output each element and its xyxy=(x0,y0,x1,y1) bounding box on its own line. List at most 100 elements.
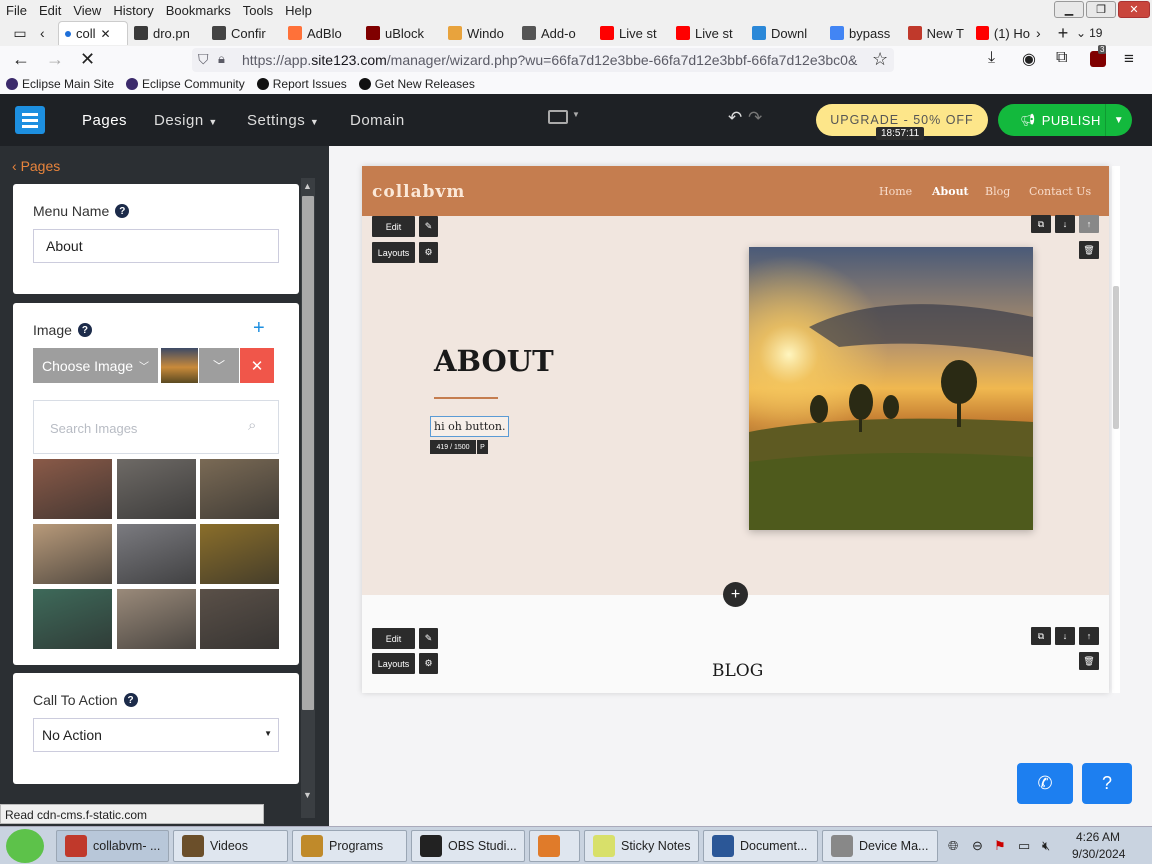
image-thumbnail[interactable] xyxy=(116,589,196,649)
image-thumbnail[interactable] xyxy=(116,459,196,519)
stop-loading-icon[interactable]: ✕ xyxy=(80,49,95,70)
monitor-tray-icon[interactable]: ▭ xyxy=(1018,838,1030,854)
clock-date[interactable]: 9/30/2024 xyxy=(1072,847,1125,861)
taskbar-item[interactable]: Document... xyxy=(703,830,818,862)
undo-icon[interactable]: ↶ xyxy=(728,108,742,128)
gear-icon[interactable]: ⚙ xyxy=(419,653,438,674)
taskbar-item[interactable]: Sticky Notes xyxy=(584,830,699,862)
panel-scroll-thumb[interactable] xyxy=(302,196,314,710)
image-thumbnail[interactable] xyxy=(33,524,112,584)
new-tab-button[interactable]: + xyxy=(1050,23,1076,44)
close-window-button[interactable]: ✕ xyxy=(1118,1,1150,18)
downloads-icon[interactable]: ⤓ xyxy=(988,49,995,67)
selected-image-thumbnail[interactable] xyxy=(161,348,198,383)
move-up-icon[interactable]: ↑ xyxy=(1079,215,1099,233)
network-tray-icon[interactable]: 🌐︎ xyxy=(948,838,958,854)
delete-section-icon[interactable]: 🗑︎ xyxy=(1079,652,1099,670)
account-icon[interactable]: ◉ xyxy=(1022,49,1036,69)
scroll-up-icon[interactable]: ▲ xyxy=(303,181,312,191)
tab-count-button[interactable]: ⌄ 19 xyxy=(1076,26,1118,40)
tab-item[interactable]: Add-o xyxy=(516,21,594,45)
minimize-button[interactable]: ▁ xyxy=(1054,1,1084,18)
caret-down-icon[interactable]: ▼ xyxy=(572,110,580,119)
bookmark-star-icon[interactable]: ☆ xyxy=(872,49,888,70)
nav-settings[interactable]: Settings ▼ xyxy=(247,112,319,129)
tab-item[interactable]: Live st xyxy=(594,21,670,45)
image-thumbnail[interactable] xyxy=(200,589,279,649)
image-options-chevron-icon[interactable]: ﹀ xyxy=(199,348,239,383)
back-to-pages-link[interactable]: ‹ Pages xyxy=(12,158,60,174)
tray-minus-icon[interactable]: ⊖ xyxy=(972,838,983,854)
move-down-icon[interactable]: ↓ xyxy=(1055,627,1075,645)
taskbar-item[interactable]: OBS Studi... xyxy=(411,830,525,862)
tab-item[interactable]: (1) Ho xyxy=(970,21,1036,45)
about-layouts-button[interactable]: Layouts xyxy=(372,242,415,263)
remove-image-button[interactable]: ✕ xyxy=(240,348,274,383)
tab-item[interactable]: Live st xyxy=(670,21,746,45)
tab-scroll-left-icon[interactable]: ‹ xyxy=(40,25,58,41)
search-images-input[interactable]: Search Images xyxy=(50,421,137,436)
help-icon[interactable]: ? xyxy=(115,204,130,218)
nav-pages[interactable]: Pages xyxy=(82,112,127,129)
bookmark-eclipse-community[interactable]: Eclipse Community xyxy=(126,77,245,91)
pencil-icon[interactable]: ✎ xyxy=(419,628,438,649)
tab-item[interactable]: Downl xyxy=(746,21,824,45)
site-nav-about[interactable]: About xyxy=(932,185,969,198)
site123-logo-icon[interactable] xyxy=(15,106,45,134)
search-icon[interactable]: ⌕ xyxy=(248,417,256,434)
menu-help[interactable]: Help xyxy=(279,3,318,18)
copy-section-icon[interactable]: ⧉ xyxy=(1031,627,1051,645)
tab-item[interactable]: Confir xyxy=(206,21,282,45)
image-thumbnail[interactable] xyxy=(33,459,112,519)
preview-scroll-thumb[interactable] xyxy=(1113,286,1119,429)
taskbar-item[interactable] xyxy=(529,830,580,862)
tab-item[interactable]: AdBlo xyxy=(282,21,360,45)
tab-item[interactable]: uBlock xyxy=(360,21,442,45)
move-down-icon[interactable]: ↓ xyxy=(1055,215,1075,233)
tab-list-icon[interactable]: ▭ xyxy=(0,25,40,42)
about-text-editable[interactable]: hi oh button. xyxy=(430,416,510,437)
volume-mute-tray-icon[interactable]: 🔇︎ xyxy=(1042,838,1050,854)
site-nav-contact[interactable]: Contact Us xyxy=(1029,185,1091,198)
extensions-icon[interactable]: ⧉ xyxy=(1056,49,1067,67)
help-button[interactable]: ? xyxy=(1082,763,1132,804)
blog-layouts-button[interactable]: Layouts xyxy=(372,653,415,674)
menu-tools[interactable]: Tools xyxy=(237,3,279,18)
pencil-icon[interactable]: ✎ xyxy=(419,216,438,237)
cta-select[interactable]: No Action ▼ xyxy=(33,718,279,752)
help-icon[interactable]: ? xyxy=(77,323,92,337)
clock-time[interactable]: 4:26 AM xyxy=(1076,830,1120,844)
nav-domain[interactable]: Domain xyxy=(350,112,405,129)
bookmark-get-new-releases[interactable]: Get New Releases xyxy=(358,77,475,91)
menu-edit[interactable]: Edit xyxy=(33,3,67,18)
about-heading[interactable]: ABOUT xyxy=(434,344,554,378)
blog-heading[interactable]: BLOG xyxy=(712,661,763,681)
text-options-icon[interactable]: P xyxy=(477,440,488,454)
image-thumbnail[interactable] xyxy=(200,459,279,519)
taskbar-item[interactable]: Device Ma... xyxy=(822,830,938,862)
lock-icon[interactable]: 🔒︎ xyxy=(218,51,225,67)
delete-section-icon[interactable]: 🗑︎ xyxy=(1079,241,1099,259)
url-bar[interactable]: ⛉ 🔒︎ https://app. site123.com/manager/wiz… xyxy=(192,48,894,72)
site-brand[interactable]: collabvm xyxy=(372,182,465,202)
help-icon[interactable]: ? xyxy=(123,693,138,707)
taskbar-item[interactable]: Videos xyxy=(173,830,288,862)
hamburger-menu-icon[interactable]: ≡ xyxy=(1124,49,1134,69)
nav-design[interactable]: Design ▼ xyxy=(154,112,218,129)
phone-support-button[interactable]: ✆ xyxy=(1017,763,1073,804)
tab-scroll-right-icon[interactable]: › xyxy=(1036,25,1050,41)
image-thumbnail[interactable] xyxy=(200,524,279,584)
desktop-preview-icon[interactable] xyxy=(548,110,568,124)
gear-icon[interactable]: ⚙ xyxy=(419,242,438,263)
choose-image-button[interactable]: Choose Image ﹀ xyxy=(33,348,158,383)
start-alien-icon[interactable] xyxy=(6,829,44,863)
blog-edit-button[interactable]: Edit xyxy=(372,628,415,649)
image-thumbnail[interactable] xyxy=(33,589,112,649)
tab-item[interactable]: bypass xyxy=(824,21,902,45)
tab-item[interactable]: New T xyxy=(902,21,970,45)
tab-item[interactable]: Windo xyxy=(442,21,516,45)
about-edit-button[interactable]: Edit xyxy=(372,216,415,237)
add-image-icon[interactable]: + xyxy=(253,317,265,340)
publish-options-caret-icon[interactable]: ▼ xyxy=(1105,104,1132,136)
tab-close-icon[interactable]: ✕ xyxy=(101,27,111,41)
